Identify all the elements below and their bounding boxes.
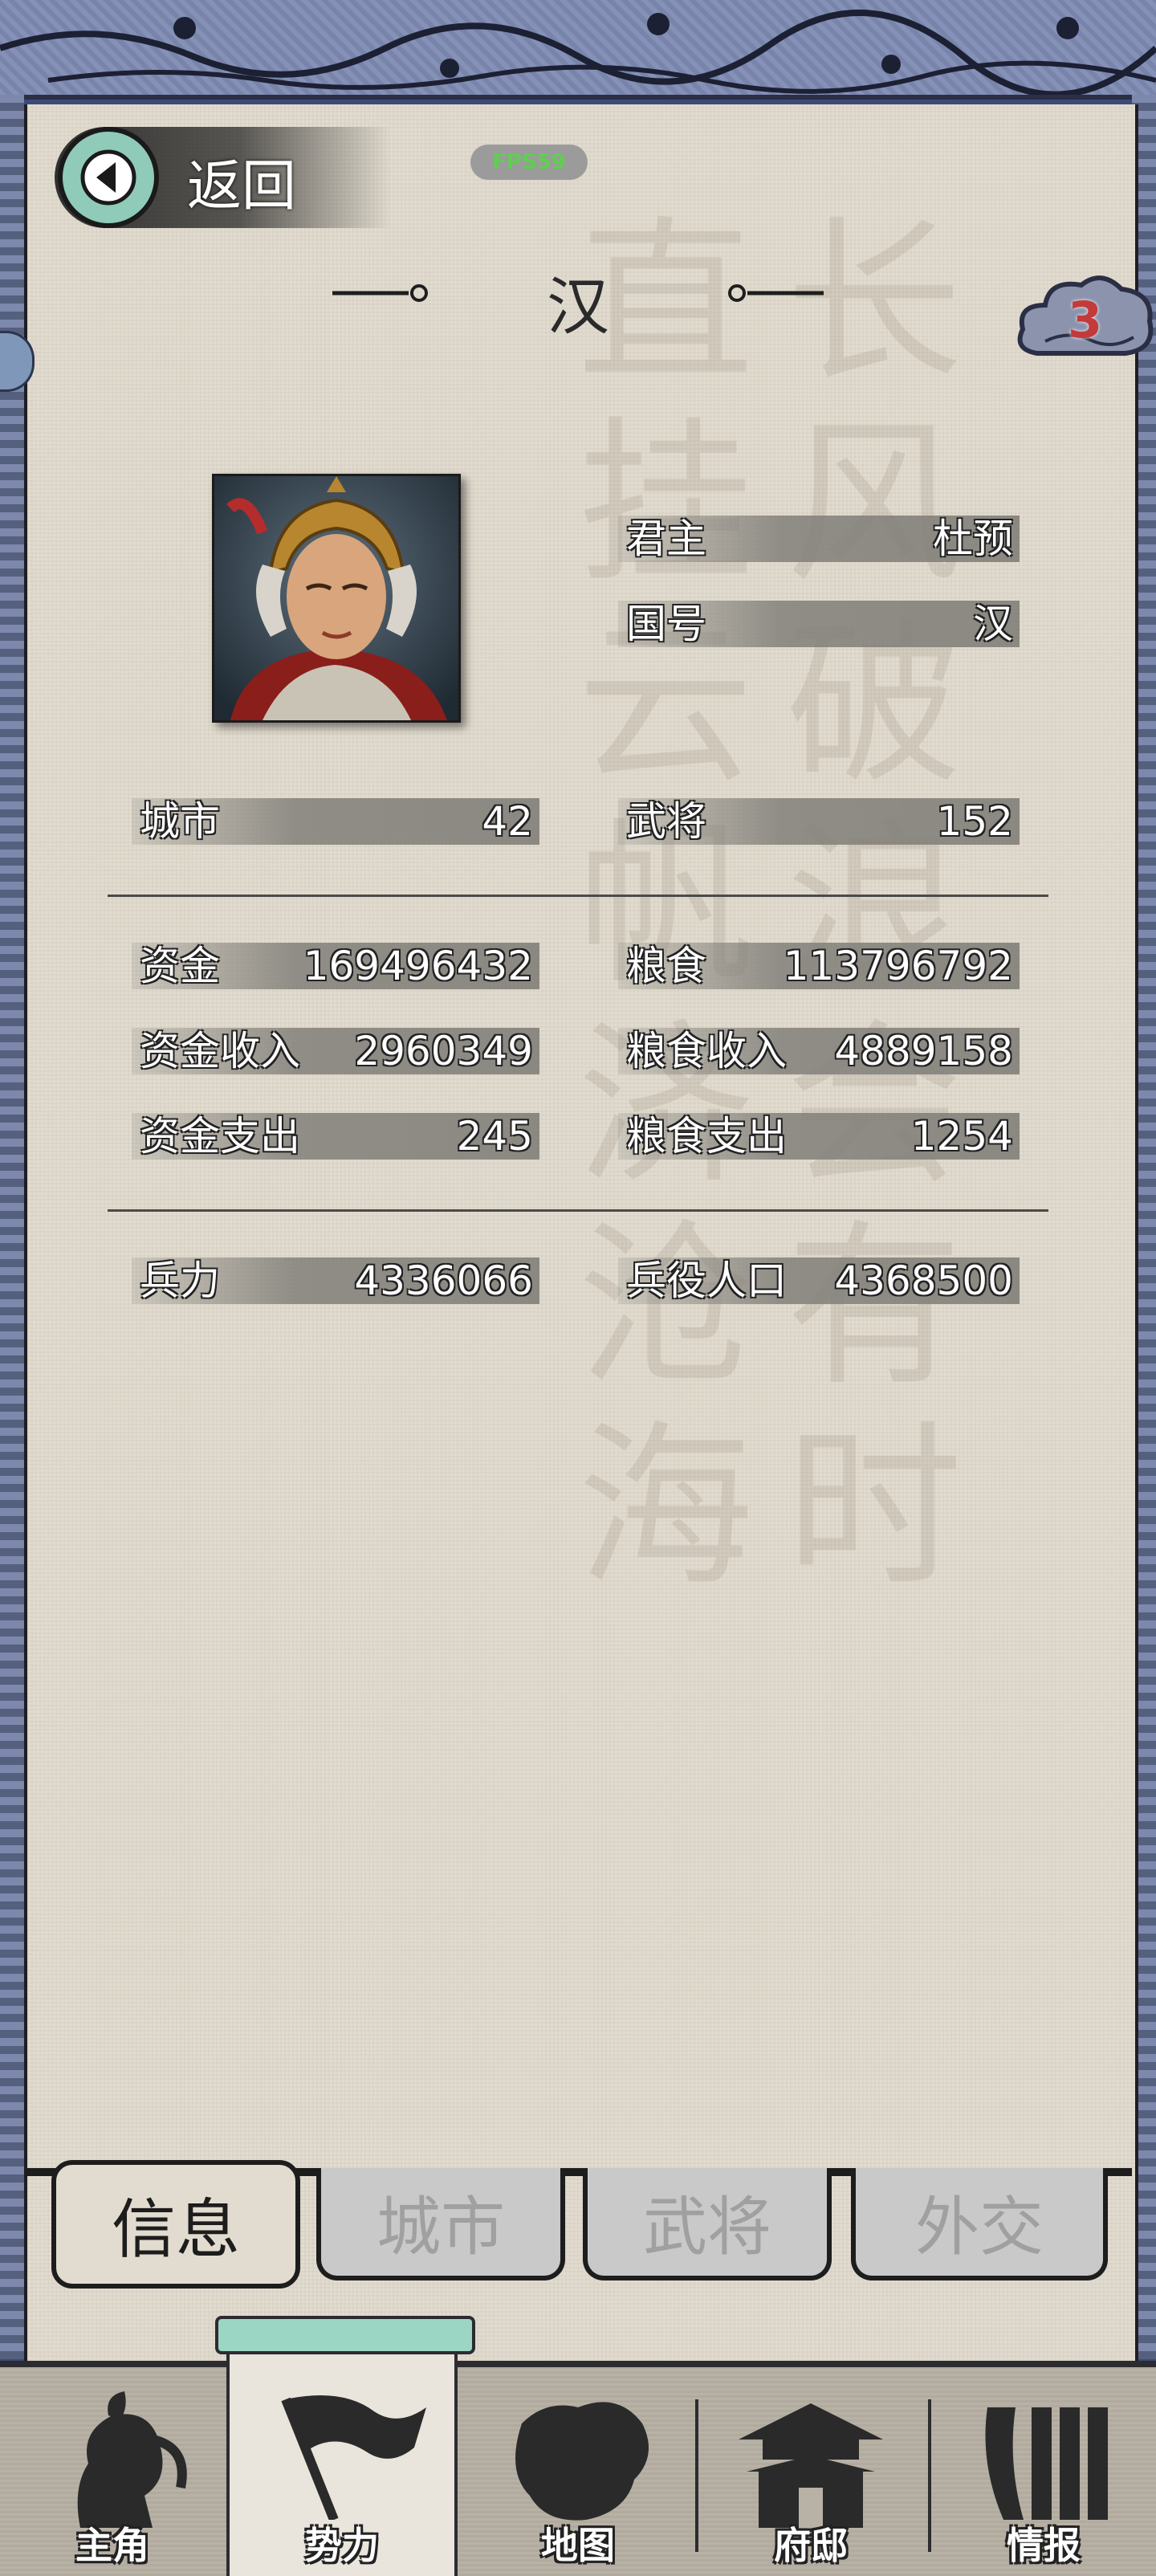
notification-count: 3 bbox=[1068, 291, 1103, 349]
top-decorative-border bbox=[0, 0, 1156, 100]
left-frame bbox=[0, 95, 24, 2359]
stat-label: 武将 bbox=[626, 798, 706, 845]
stat-label: 资金支出 bbox=[140, 1113, 300, 1160]
stat-value: 42 bbox=[482, 798, 533, 845]
nav-intel[interactable]: 情报 bbox=[931, 2367, 1156, 2576]
mansion-icon bbox=[739, 2403, 883, 2528]
food-row: 粮食 113796792 bbox=[618, 943, 1020, 989]
nav-map[interactable]: 地图 bbox=[466, 2367, 690, 2576]
stat-label: 城市 bbox=[140, 798, 220, 845]
stat-value: 169496432 bbox=[303, 943, 533, 989]
bottom-navigation: 主角 势力 地图 府邸 情报 bbox=[0, 2335, 1156, 2576]
nav-hero[interactable]: 主角 bbox=[0, 2367, 225, 2576]
stat-value: 4368500 bbox=[834, 1257, 1013, 1304]
flag-icon bbox=[281, 2395, 426, 2520]
stat-value: 4889158 bbox=[834, 1028, 1013, 1074]
nav-faction[interactable]: 势力 bbox=[226, 2335, 458, 2576]
ruler-value: 杜预 bbox=[933, 516, 1013, 562]
hero-head-icon bbox=[77, 2391, 187, 2528]
nation-name-value: 汉 bbox=[973, 601, 1013, 647]
city-count-row: 城市 42 bbox=[132, 798, 539, 845]
stat-label: 兵力 bbox=[140, 1257, 220, 1304]
nation-name-row: 国号 汉 bbox=[618, 601, 1020, 647]
content-panel bbox=[24, 104, 1138, 2361]
food-income-row: 粮食收入 4889158 bbox=[618, 1028, 1020, 1074]
nav-label: 情报 bbox=[1007, 2524, 1081, 2567]
left-ornament-icon bbox=[332, 284, 428, 302]
tab-cities[interactable]: 城市 bbox=[316, 2168, 565, 2280]
fps-counter: FPS59 bbox=[470, 145, 588, 180]
funds-row: 资金 169496432 bbox=[132, 943, 539, 989]
section-divider bbox=[108, 1209, 1048, 1212]
map-icon bbox=[515, 2402, 649, 2521]
nav-label: 地图 bbox=[541, 2524, 615, 2567]
funds-income-row: 资金收入 2960349 bbox=[132, 1028, 539, 1074]
nav-label: 主角 bbox=[75, 2524, 149, 2567]
floral-pattern bbox=[0, 9, 1156, 95]
stat-label: 粮食 bbox=[626, 943, 706, 989]
stat-value: 113796792 bbox=[783, 943, 1013, 989]
ruler-row: 君主 杜预 bbox=[618, 516, 1020, 562]
bamboo-scroll-icon bbox=[985, 2407, 1108, 2520]
stat-label: 资金 bbox=[140, 943, 220, 989]
stat-label: 粮食支出 bbox=[626, 1113, 787, 1160]
stat-value: 4336066 bbox=[354, 1257, 533, 1304]
tab-info[interactable]: 信息 bbox=[51, 2160, 300, 2289]
tab-diplomacy[interactable]: 外交 bbox=[851, 2168, 1108, 2280]
back-button[interactable]: 返回 bbox=[55, 127, 392, 228]
ruler-label: 君主 bbox=[626, 516, 706, 562]
back-arrow-icon bbox=[58, 127, 159, 228]
stat-value: 245 bbox=[456, 1113, 533, 1160]
stat-value: 152 bbox=[936, 798, 1013, 845]
funds-expense-row: 资金支出 245 bbox=[132, 1113, 539, 1160]
stat-label: 兵役人口 bbox=[626, 1257, 787, 1304]
stat-label: 粮食收入 bbox=[626, 1028, 787, 1074]
stat-value: 2960349 bbox=[354, 1028, 533, 1074]
general-portrait-icon bbox=[214, 476, 458, 720]
back-label: 返回 bbox=[187, 155, 297, 218]
ruler-portrait[interactable] bbox=[212, 474, 461, 723]
nation-title: 汉 bbox=[546, 271, 609, 344]
stat-label: 资金收入 bbox=[140, 1028, 300, 1074]
conscript-population-row: 兵役人口 4368500 bbox=[618, 1257, 1020, 1304]
right-ornament-icon bbox=[728, 284, 824, 302]
nav-mansion[interactable]: 府邸 bbox=[698, 2367, 923, 2576]
tab-generals[interactable]: 武将 bbox=[583, 2168, 832, 2280]
general-count-row: 武将 152 bbox=[618, 798, 1020, 845]
nav-label: 势力 bbox=[305, 2524, 379, 2567]
food-expense-row: 粮食支出 1254 bbox=[618, 1113, 1020, 1160]
section-divider bbox=[108, 895, 1048, 897]
troops-row: 兵力 4336066 bbox=[132, 1257, 539, 1304]
notification-badge[interactable]: 3 bbox=[1013, 265, 1156, 377]
selected-tab-ornament bbox=[215, 2316, 475, 2354]
nation-name-label: 国号 bbox=[626, 601, 706, 647]
nav-label: 府邸 bbox=[774, 2524, 848, 2567]
stat-value: 1254 bbox=[910, 1113, 1013, 1160]
